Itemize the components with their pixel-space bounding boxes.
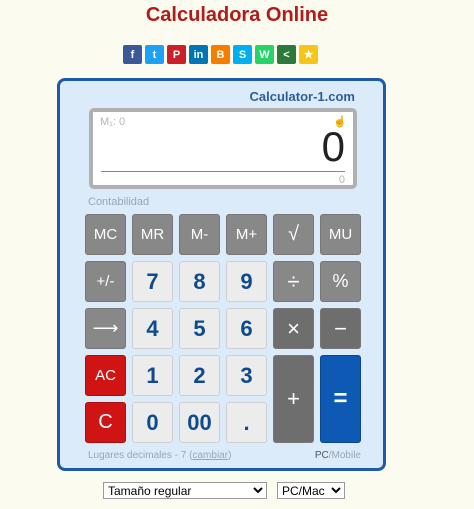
zero-button[interactable]: 0 [132, 402, 173, 443]
mr-button[interactable]: MR [132, 214, 173, 255]
decimal-places-info: Lugares decimales - 7 (cambiar) [88, 450, 231, 461]
three-button[interactable]: 3 [226, 355, 267, 396]
eight-button[interactable]: 8 [179, 261, 220, 302]
display-divider [101, 171, 345, 172]
memory-indicator: M₁: 0 [100, 116, 126, 128]
twitter-icon[interactable]: t [145, 45, 164, 64]
star-icon[interactable]: ★ [299, 45, 318, 64]
m-minus-button[interactable]: M- [179, 214, 220, 255]
share-icon[interactable]: < [277, 45, 296, 64]
multiply-button[interactable]: × [273, 308, 314, 349]
clear-button[interactable]: C [85, 402, 126, 443]
pinterest-icon[interactable]: P [167, 45, 186, 64]
pc-link[interactable]: PC [315, 450, 329, 461]
whatsapp-icon[interactable]: W [255, 45, 274, 64]
five-button[interactable]: 5 [179, 308, 220, 349]
two-button[interactable]: 2 [179, 355, 220, 396]
one-button[interactable]: 1 [132, 355, 173, 396]
equals-button[interactable]: = [320, 355, 361, 443]
decimal-button[interactable]: . [226, 402, 267, 443]
backspace-button[interactable]: ⟶ [85, 308, 126, 349]
change-decimals-link[interactable]: cambiar [193, 450, 229, 461]
mu-button[interactable]: MU [320, 214, 361, 255]
double-zero-button[interactable]: 00 [179, 402, 220, 443]
sqrt-button[interactable]: √ [273, 214, 314, 255]
four-button[interactable]: 4 [132, 308, 173, 349]
display: M₁: 0 ☝ 0 0 [89, 108, 357, 189]
percent-button[interactable]: % [320, 261, 361, 302]
mc-button[interactable]: MC [85, 214, 126, 255]
plus-minus-button[interactable]: +/- [85, 261, 126, 302]
brand-logo[interactable]: Calculator-1.com [250, 89, 355, 104]
display-secondary: 0 [338, 174, 345, 186]
six-button[interactable]: 6 [226, 308, 267, 349]
skype-icon[interactable]: S [233, 45, 252, 64]
mobile-link[interactable]: Mobile [332, 450, 361, 461]
blogger-icon[interactable]: B [211, 45, 230, 64]
decimal-places-close: ) [228, 450, 232, 461]
page-title: Calculadora Online [145, 4, 329, 26]
divide-button[interactable]: ÷ [273, 261, 314, 302]
plus-button[interactable]: + [273, 355, 314, 443]
platform-select[interactable]: PC/Mac [277, 482, 345, 499]
display-value: 0 [321, 123, 345, 170]
mode-label[interactable]: Contabilidad [88, 196, 149, 208]
platform-switch: PC/Mobile [315, 450, 361, 461]
calculator: Calculator-1.com M₁: 0 ☝ 0 0 Contabilida… [57, 78, 386, 471]
all-clear-button[interactable]: AC [85, 355, 126, 396]
share-bar: f t Pin B S W < ★ [123, 45, 318, 64]
decimal-places-label: Lugares decimales - 7 ( [88, 450, 193, 461]
seven-button[interactable]: 7 [132, 261, 173, 302]
size-select[interactable]: Tamaño regular [103, 482, 267, 499]
m-plus-button[interactable]: M+ [226, 214, 267, 255]
minus-button[interactable]: − [320, 308, 361, 349]
linkedin-icon[interactable]: in [189, 45, 208, 64]
facebook-icon[interactable]: f [123, 45, 142, 64]
nine-button[interactable]: 9 [226, 261, 267, 302]
